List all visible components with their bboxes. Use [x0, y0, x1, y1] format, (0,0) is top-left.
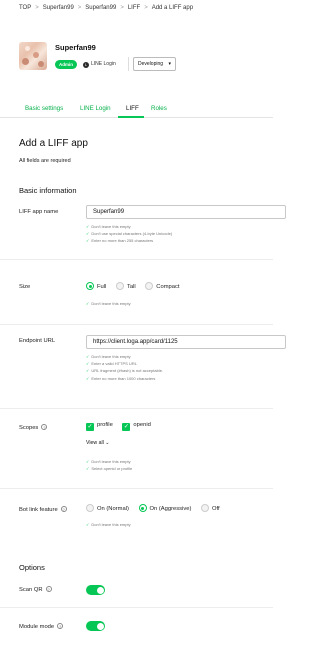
header-divider: [128, 57, 129, 71]
size-options: Full Tall Compact: [86, 282, 188, 292]
divider: [0, 259, 273, 260]
divider: [0, 488, 273, 489]
divider: [0, 607, 273, 608]
chevron-down-icon: ⌄: [105, 440, 110, 446]
check-icon: ✓: [86, 459, 90, 464]
app-name-label: LIFF app name: [19, 209, 59, 215]
check-icon: ✓: [86, 224, 90, 229]
active-tab-indicator: [118, 116, 144, 118]
divider: [0, 408, 273, 409]
breadcrumb-separator: >: [35, 5, 39, 11]
channel-status-select[interactable]: Developing ▾: [133, 57, 176, 71]
checkbox-checked-icon: ✓: [86, 423, 94, 431]
check-icon: ✓: [86, 238, 90, 244]
module-mode-toggle[interactable]: [86, 621, 105, 631]
tab-roles[interactable]: Roles: [151, 105, 167, 112]
radio-selected-icon: [138, 504, 147, 512]
breadcrumb-provider[interactable]: Superfan99: [43, 5, 74, 11]
radio-icon: [115, 282, 124, 290]
check-icon: ✓: [86, 522, 90, 527]
scopes-options: ✓ profile ✓ openid: [86, 421, 159, 431]
line-login-icon: L: [83, 62, 89, 68]
breadcrumb-separator: >: [120, 5, 124, 11]
page-title: Add a LIFF app: [19, 138, 88, 149]
chevron-down-icon: ▾: [168, 61, 171, 67]
help-icon[interactable]: ?: [60, 506, 67, 512]
size-option-full[interactable]: Full: [86, 282, 106, 292]
help-icon[interactable]: ?: [45, 586, 52, 592]
radio-icon: [86, 504, 94, 512]
check-icon: ✓: [86, 466, 90, 472]
section-options: Options: [19, 563, 45, 572]
breadcrumb-current: Add a LIFF app: [151, 5, 194, 11]
check-icon: ✓: [86, 231, 90, 237]
scope-openid-checkbox[interactable]: ✓ openid: [122, 421, 151, 431]
radio-selected-icon: [86, 282, 94, 290]
role-badge: Admin: [55, 60, 77, 69]
endpoint-label: Endpoint URL: [19, 338, 56, 344]
channel-name: Superfan99: [55, 43, 96, 52]
size-option-tall[interactable]: Tall: [115, 282, 136, 292]
scope-profile-checkbox[interactable]: ✓ profile: [86, 421, 113, 431]
size-hints: ✓ Don't leave this empty: [86, 301, 131, 306]
scopes-label: Scopes?: [19, 424, 48, 431]
radio-icon: [201, 504, 210, 512]
breadcrumb-separator: >: [144, 5, 148, 11]
tab-line-login[interactable]: LINE Login: [80, 105, 111, 112]
channel-type: L LINE Login: [83, 60, 116, 69]
checkbox-checked-icon: ✓: [122, 423, 131, 431]
check-icon: ✓: [86, 354, 90, 359]
scan-qr-label: Scan QR?: [19, 586, 52, 593]
check-icon: ✓: [86, 361, 90, 367]
bot-link-option-aggressive[interactable]: On (Aggressive): [138, 504, 191, 514]
breadcrumb: TOP > Superfan99 > Superfan99 > LIFF > Add a LIF…: [19, 5, 193, 11]
endpoint-url-input[interactable]: https://client.loga.app/card/1125: [86, 335, 286, 349]
channel-tabs: Basic settings LINE Login LIFF Roles: [0, 98, 273, 118]
tab-basic-settings[interactable]: Basic settings: [25, 105, 63, 112]
channel-avatar: [19, 42, 47, 70]
scopes-hints: ✓ Don't leave this empty ✓ Select openid o…: [86, 459, 133, 472]
breadcrumb-separator: >: [77, 5, 82, 11]
tab-liff[interactable]: LIFF: [126, 105, 139, 112]
breadcrumb-top[interactable]: TOP: [19, 5, 31, 11]
section-basic-information: Basic information: [19, 186, 77, 195]
view-all-scopes[interactable]: View all ⌄: [86, 440, 110, 446]
help-icon[interactable]: ?: [57, 623, 64, 629]
endpoint-hints: ✓ Don't leave this empty ✓ Enter a valid H…: [86, 354, 164, 381]
check-icon: ✓: [86, 375, 90, 381]
size-label: Size: [19, 284, 31, 290]
channel-type-label: LINE Login: [91, 61, 116, 67]
scan-qr-toggle[interactable]: [86, 585, 105, 595]
radio-icon: [145, 282, 154, 290]
check-icon: ✓: [86, 301, 90, 306]
bot-link-options: On (Normal) On (Aggressive) Off: [86, 504, 228, 514]
bot-link-option-normal[interactable]: On (Normal): [86, 504, 129, 514]
breadcrumb-liff[interactable]: LIFF: [128, 5, 140, 11]
divider: [0, 324, 273, 325]
bot-link-label: Bot link feature?: [19, 506, 67, 513]
required-note: All fields are required: [19, 158, 71, 164]
bot-link-hints: ✓ Don't leave this empty: [86, 522, 131, 527]
channel-status-value: Developing: [138, 61, 164, 67]
size-option-compact[interactable]: Compact: [145, 282, 180, 292]
app-name-hints: ✓ Don't leave this empty ✓ Don't use speci…: [86, 224, 173, 244]
app-name-input[interactable]: Superfan99: [86, 205, 286, 219]
breadcrumb-channel[interactable]: Superfan99: [85, 5, 116, 11]
module-mode-label: Module mode?: [19, 623, 64, 630]
bot-link-option-off[interactable]: Off: [201, 504, 220, 514]
check-icon: ✓: [86, 368, 90, 374]
help-icon[interactable]: ?: [41, 424, 48, 430]
